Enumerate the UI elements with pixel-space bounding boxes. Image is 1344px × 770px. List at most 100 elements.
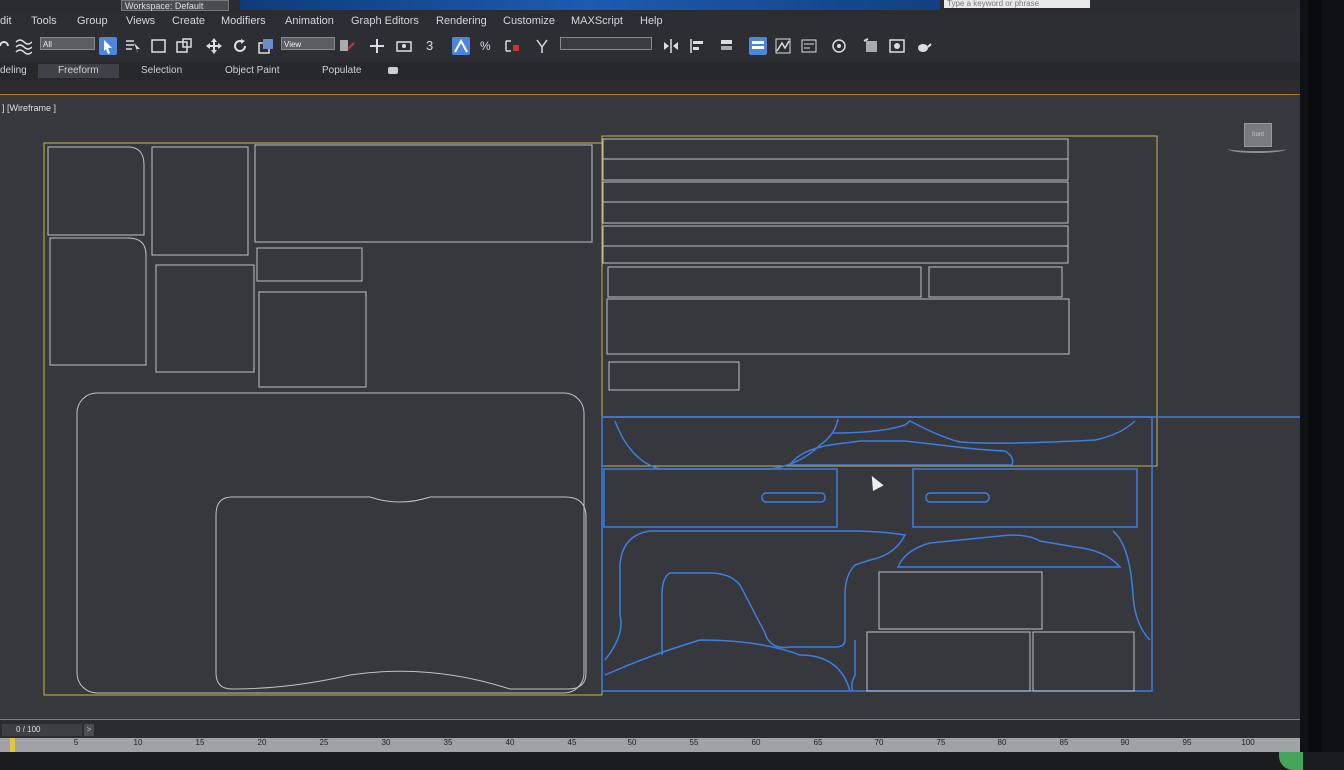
- tick-label: 45: [567, 738, 577, 747]
- current-frame-marker[interactable]: [10, 738, 15, 752]
- panel-shape: [602, 138, 1069, 160]
- render-teapot-icon[interactable]: [914, 37, 932, 55]
- tab-object-paint[interactable]: Object Paint: [225, 65, 279, 76]
- edit-named-selections-icon[interactable]: [533, 37, 551, 55]
- tick-label: 50: [627, 738, 637, 747]
- mirror-icon[interactable]: [662, 37, 680, 55]
- panel-shape: [258, 291, 367, 388]
- spinner-snap-icon[interactable]: [503, 37, 521, 55]
- monitor-bezel: [1300, 0, 1344, 752]
- menu-modifiers[interactable]: Modifiers: [221, 15, 266, 27]
- tick-label: 25: [319, 738, 329, 747]
- menu-group[interactable]: Group: [77, 15, 108, 27]
- track-bar[interactable]: 5 10 15 20 25 30 35 40 45 50 55 60 65 70…: [0, 738, 1300, 752]
- move-icon[interactable]: [205, 37, 223, 55]
- named-selection-dropdown[interactable]: [560, 37, 652, 50]
- curve-editor-icon[interactable]: [774, 37, 792, 55]
- panel-shape: [928, 266, 1063, 298]
- snaps-toggle-label[interactable]: 3: [426, 37, 444, 55]
- rendered-frame-window-icon[interactable]: [888, 37, 906, 55]
- selection-filter-dropdown[interactable]: All: [40, 37, 95, 50]
- tick-label: 15: [195, 738, 205, 747]
- unlink-icon[interactable]: [0, 37, 14, 55]
- tick-label: 70: [874, 738, 884, 747]
- frame-counter[interactable]: 0 / 100: [2, 724, 82, 736]
- panel-shape: [851, 640, 856, 692]
- select-manipulate-icon[interactable]: [368, 37, 386, 55]
- ribbon-tabs: deling Freeform Selection Object Paint P…: [0, 62, 1310, 80]
- next-frame-button[interactable]: >: [84, 724, 94, 736]
- align-icon[interactable]: [688, 37, 706, 55]
- panel-shape: [602, 181, 1069, 203]
- tick-label: 40: [505, 738, 515, 747]
- front-viewport[interactable]: ] [Wireframe ] front: [0, 95, 1303, 770]
- keyboard-shortcut-override-icon[interactable]: [395, 37, 413, 55]
- select-object-icon[interactable]: [99, 37, 117, 55]
- panel-shape: [614, 418, 839, 470]
- time-slider[interactable]: 0 / 100 >: [0, 720, 1300, 738]
- rect-selection-region-icon[interactable]: [150, 37, 168, 55]
- svg-text:%: %: [480, 39, 491, 53]
- panel-shape: [254, 144, 593, 243]
- workspace-dropdown[interactable]: Workspace: Default: [121, 0, 229, 11]
- scale-icon[interactable]: [257, 37, 275, 55]
- angle-snap-icon[interactable]: [452, 37, 470, 55]
- tick-label: 60: [751, 738, 761, 747]
- tick-label: 80: [997, 738, 1007, 747]
- bind-spacewarp-icon[interactable]: [14, 37, 33, 55]
- ribbon-panel: [0, 80, 1310, 94]
- panel-shape: [151, 146, 249, 256]
- tick-label: 90: [1120, 738, 1130, 747]
- tab-freeform[interactable]: Freeform: [38, 64, 119, 78]
- menu-create[interactable]: Create: [172, 15, 205, 27]
- panel-shape: [788, 440, 1014, 466]
- menu-customize[interactable]: Customize: [503, 15, 555, 27]
- scene-explorer-icon[interactable]: [749, 37, 767, 55]
- menu-graph-editors[interactable]: Graph Editors: [351, 15, 419, 27]
- render-setup-icon[interactable]: [862, 37, 880, 55]
- panel-shape: [155, 264, 255, 373]
- tick-label: 5: [73, 738, 79, 747]
- material-editor-icon[interactable]: [830, 37, 848, 55]
- panel-shape: [866, 631, 1031, 692]
- left-selection-bbox: [43, 142, 603, 696]
- panel-shape: [912, 468, 1138, 528]
- tick-label: 35: [443, 738, 453, 747]
- tick-label: 65: [813, 738, 823, 747]
- right-bottom-gray-group: [866, 571, 1135, 692]
- tick-label: 20: [257, 738, 267, 747]
- panel-shape: [256, 247, 363, 282]
- tab-populate[interactable]: Populate: [322, 65, 361, 76]
- menu-maxscript[interactable]: MAXScript: [571, 15, 623, 27]
- menu-animation[interactable]: Animation: [285, 15, 334, 27]
- schematic-view-icon[interactable]: [800, 37, 818, 55]
- percent-snap-icon[interactable]: %: [478, 37, 496, 55]
- use-pivot-center-icon[interactable]: [338, 37, 356, 55]
- panel-shape: [603, 468, 838, 528]
- panel-shape: [602, 245, 1069, 264]
- reference-coordinate-dropdown[interactable]: View: [281, 37, 335, 50]
- tick-label: 10: [133, 738, 143, 747]
- tab-selection[interactable]: Selection: [141, 65, 182, 76]
- ribbon-options-icon[interactable]: [388, 67, 398, 74]
- panel-shape: [1032, 631, 1135, 692]
- window-crossing-icon[interactable]: [175, 37, 193, 55]
- search-input[interactable]: Type a keyword or phrase: [944, 0, 1090, 8]
- menu-help[interactable]: Help: [640, 15, 663, 27]
- menu-views[interactable]: Views: [126, 15, 155, 27]
- menu-tools[interactable]: Tools: [31, 15, 57, 27]
- menu-edit[interactable]: dit: [0, 15, 12, 27]
- panel-shape: [831, 420, 1136, 444]
- panel-shape: [602, 158, 1069, 181]
- left-panel-group: [43, 142, 603, 696]
- layer-explorer-icon[interactable]: [718, 37, 736, 55]
- rotate-icon[interactable]: [231, 37, 249, 55]
- panel-shape: [607, 266, 922, 298]
- panel-shape: [878, 571, 1043, 630]
- tab-modeling[interactable]: deling: [0, 65, 27, 76]
- menu-rendering[interactable]: Rendering: [436, 15, 487, 27]
- title-bar: Workspace: Default Type a keyword or phr…: [0, 0, 1310, 12]
- select-by-name-icon[interactable]: [124, 37, 142, 55]
- right-bottom-selected-group: [601, 416, 1300, 692]
- slot-shape: [925, 492, 990, 503]
